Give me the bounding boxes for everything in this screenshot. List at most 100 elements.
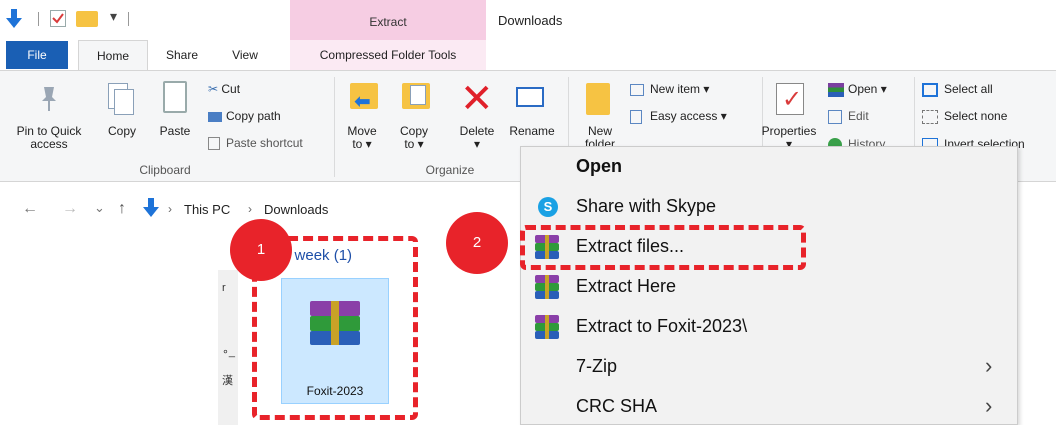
pin-icon	[42, 87, 56, 111]
rename-button[interactable]: Rename	[504, 125, 560, 138]
recent-locations-chevron-icon[interactable]: ⌄	[94, 200, 105, 216]
skype-icon: S	[538, 197, 558, 217]
menu-item-label: Extract Here	[576, 276, 677, 296]
copy-to-doc-icon	[410, 85, 426, 105]
copy-icon-back	[114, 89, 134, 115]
edit-label: Edit	[848, 109, 869, 123]
breadcrumb-this-pc[interactable]: This PC	[184, 202, 230, 217]
copy-button[interactable]: Copy	[102, 125, 142, 138]
quick-access-separator	[128, 12, 129, 26]
menu-item-crc-sha[interactable]: CRC SHA ›	[521, 387, 1019, 425]
new-item-button[interactable]: New item ▾	[630, 82, 709, 96]
easy-access-button[interactable]: Easy access ▾	[630, 109, 727, 124]
select-all-icon	[922, 82, 938, 97]
breadcrumb-separator: ›	[248, 202, 252, 216]
menu-item-label: Open	[576, 156, 623, 176]
scissors-icon: ✂	[208, 82, 222, 96]
cut-label: Cut	[221, 82, 241, 96]
menu-item-share-with-skype[interactable]: S Share with Skype	[521, 187, 1019, 227]
winrar-icon	[535, 315, 559, 339]
menu-item-extract-to-folder[interactable]: Extract to Foxit-2023\	[521, 307, 1019, 347]
delete-icon: ✕	[460, 77, 494, 121]
quick-access-down-arrow-icon[interactable]	[6, 9, 22, 29]
tab-share[interactable]: Share	[152, 40, 212, 70]
tab-view[interactable]: View	[216, 40, 274, 70]
menu-item-label: CRC SHA	[576, 396, 658, 416]
copy-to-label-line2: to ▾	[404, 137, 424, 151]
pin-label-line2: access	[30, 137, 68, 151]
properties-checkmark-icon: ✓	[782, 86, 803, 113]
customize-toolbar-icon[interactable]: ▾	[110, 8, 122, 28]
annotation-box-extract-files	[520, 225, 806, 270]
menu-item-open[interactable]: Open	[521, 147, 1019, 187]
open-label: Open ▾	[848, 82, 887, 96]
forward-arrow-icon[interactable]: →	[62, 200, 78, 218]
menu-item-label: Share with Skype	[576, 196, 717, 216]
window-title: Downloads	[498, 13, 563, 28]
pin-label-line1: Pin to Quick	[16, 124, 82, 138]
move-label-line1: Move	[347, 124, 377, 138]
group-label-clipboard: Clipboard	[139, 163, 191, 177]
new-item-label: New item ▾	[650, 82, 710, 96]
move-label-line2: to ▾	[352, 137, 372, 151]
winrar-icon	[535, 275, 559, 299]
paste-shortcut-button[interactable]: Paste shortcut	[208, 136, 303, 151]
copy-to-label-line1: Copy	[399, 124, 428, 138]
ribbon-tabs: File Home Share View Compressed Folder T…	[0, 40, 1056, 71]
rename-icon	[516, 87, 544, 107]
pin-to-quick-access-button[interactable]: Pin to Quick access	[14, 125, 84, 151]
open-button[interactable]: Open ▾	[828, 82, 887, 97]
title-bar: ▾ Extract Downloads	[0, 0, 1056, 40]
select-none-label: Select none	[944, 109, 1008, 123]
easy-access-icon	[630, 109, 642, 124]
open-app-icon	[828, 82, 844, 97]
move-to-button[interactable]: Move to ▾	[340, 125, 384, 151]
delete-button[interactable]: Delete ▾	[452, 125, 502, 151]
navigation-pane	[0, 236, 218, 425]
menu-item-7-zip[interactable]: 7-Zip ›	[521, 347, 1019, 387]
new-folder-label-line1: New	[587, 124, 612, 138]
breadcrumb-separator: ›	[168, 202, 172, 216]
menu-item-extract-here[interactable]: Extract Here	[521, 267, 1019, 307]
extract-context-label: Extract	[369, 15, 407, 29]
copy-to-button[interactable]: Copy to ▾	[392, 125, 436, 151]
copy-path-icon	[208, 111, 222, 122]
downloads-location-icon	[143, 198, 159, 217]
paste-shortcut-label: Paste shortcut	[226, 136, 303, 150]
nav-pane-glyph: 漢	[222, 375, 233, 387]
new-folder-icon[interactable]	[76, 11, 98, 27]
menu-item-label: 7-Zip	[576, 356, 618, 376]
up-arrow-icon[interactable]: ↑	[118, 200, 126, 218]
select-all-button[interactable]: Select all	[922, 82, 993, 97]
select-none-button[interactable]: Select none	[922, 109, 1007, 124]
paste-button[interactable]: Paste	[154, 125, 196, 138]
copy-path-button[interactable]: Copy path	[208, 109, 281, 123]
tab-file[interactable]: File	[6, 41, 68, 69]
new-folder-large-icon	[586, 83, 610, 115]
extract-context-tab-header: Extract	[290, 0, 486, 40]
tab-compressed-folder-tools[interactable]: Compressed Folder Tools	[290, 40, 486, 70]
paste-shortcut-icon	[208, 137, 220, 151]
select-none-icon	[922, 109, 938, 124]
step-badge-1: 1	[230, 219, 292, 281]
properties-label: Properties	[761, 124, 817, 138]
cut-button[interactable]: ✂ Cut	[208, 82, 240, 96]
properties-check-icon[interactable]	[50, 10, 66, 27]
easy-access-label: Easy access ▾	[650, 109, 727, 123]
back-arrow-icon[interactable]: ←	[22, 200, 38, 218]
submenu-chevron-icon: ›	[985, 353, 993, 378]
tab-home[interactable]: Home	[78, 40, 148, 71]
new-item-icon	[630, 83, 644, 96]
edit-icon	[828, 109, 842, 124]
nav-pane-glyph: r	[222, 282, 226, 294]
select-all-label: Select all	[944, 82, 993, 96]
submenu-chevron-icon: ›	[985, 393, 993, 418]
edit-button[interactable]: Edit	[828, 109, 869, 124]
paste-icon	[163, 81, 187, 113]
step-badge-2: 2	[446, 212, 508, 274]
delete-label: Delete	[459, 124, 495, 138]
group-label-organize: Organize	[425, 163, 475, 177]
breadcrumb-downloads[interactable]: Downloads	[264, 202, 328, 217]
nav-pane-glyph: ∘_	[222, 346, 236, 358]
context-menu: Open S Share with Skype Extract files...…	[520, 146, 1018, 425]
